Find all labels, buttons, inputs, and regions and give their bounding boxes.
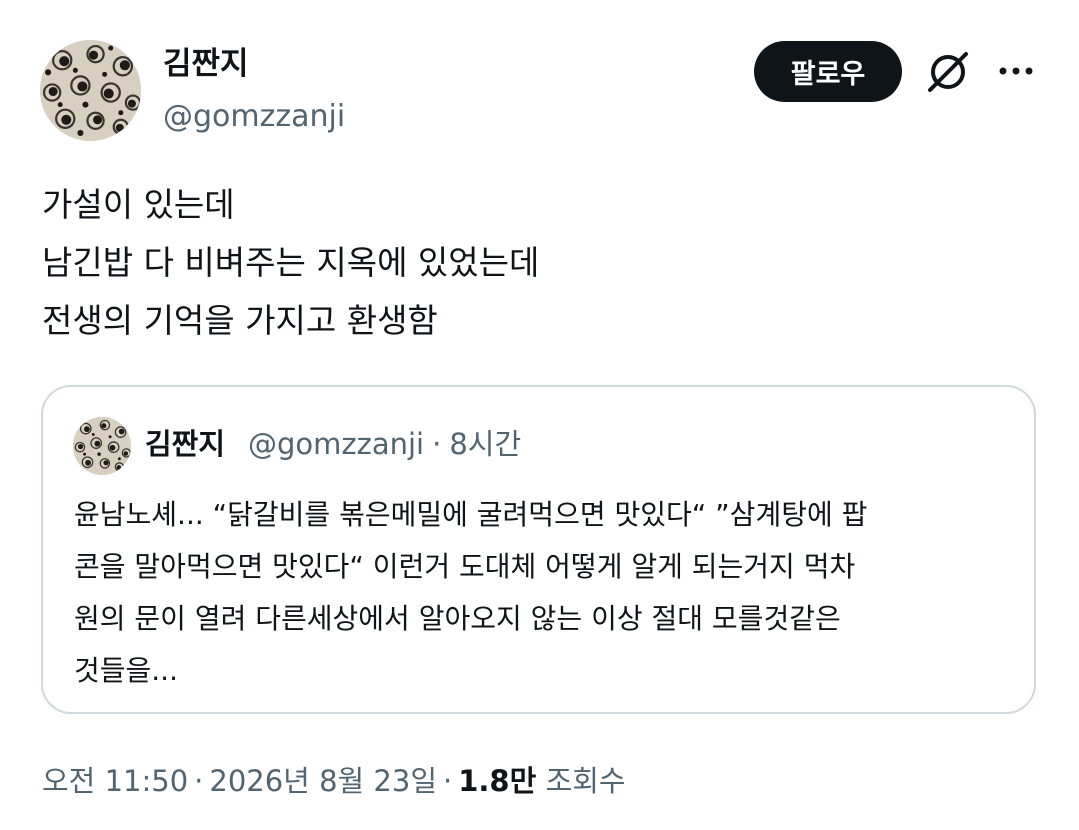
slashed-circle-icon[interactable] [924,48,972,96]
tweet-footer: 오전 11:50 · 2026년 8월 23일 · 1.8만 조회수 [42,759,626,803]
quote-author-display-name: 김짠지 [145,427,226,461]
quote-tweet-text: 윤남노셰... “닭갈비를 볶은메밀에 굴려먹으면 맛있다“ ”삼계탕에 팝 콘… [74,489,1014,697]
separator-dot: · [443,764,453,798]
author-display-name[interactable]: 김짠지 [163,44,249,84]
author-avatar[interactable] [40,40,141,141]
quote-line: 윤남노셰... “닭갈비를 볶은메밀에 굴려먹으면 맛있다“ ”삼계탕에 팝 [74,498,868,531]
quote-meta: @gomzzanji · 8시간 [248,424,521,464]
avatar-pattern-image [73,417,131,475]
tweet-line: 남긴밥 다 비벼주는 지옥에 있었는데 [42,243,540,282]
quote-line: 것들을... [74,654,178,687]
separator-dot: · [432,427,442,461]
author-handle[interactable]: @gomzzanji [163,97,345,137]
follow-button[interactable]: 팔로우 [754,41,902,102]
tweet-time[interactable]: 오전 11:50 [42,764,188,798]
more-dots-icon[interactable] [995,56,1037,86]
separator-dot: · [194,764,204,798]
quote-author-handle: @gomzzanji [248,427,425,461]
quote-line: 콘을 말아먹으면 맛있다“ 이런거 도대체 어떻게 알게 되는거지 먹차 [74,550,856,583]
tweet-line: 가설이 있는데 [42,185,235,224]
avatar-pattern-image [40,40,141,141]
quote-line: 원의 문이 열려 다른세상에서 알아오지 않는 이상 절대 모를것같은 [74,602,841,635]
views-count[interactable]: 1.8만 [458,764,536,798]
tweet-text: 가설이 있는데 남긴밥 다 비벼주는 지옥에 있었는데 전생의 기억을 가지고 … [42,176,1032,350]
quote-author-avatar[interactable] [73,417,131,475]
views-label: 조회수 [545,764,626,798]
tweet-date[interactable]: 2026년 8월 23일 [209,764,437,798]
quote-timestamp[interactable]: 8시간 [449,427,521,461]
tweet-line: 전생의 기억을 가지고 환생함 [42,301,438,340]
